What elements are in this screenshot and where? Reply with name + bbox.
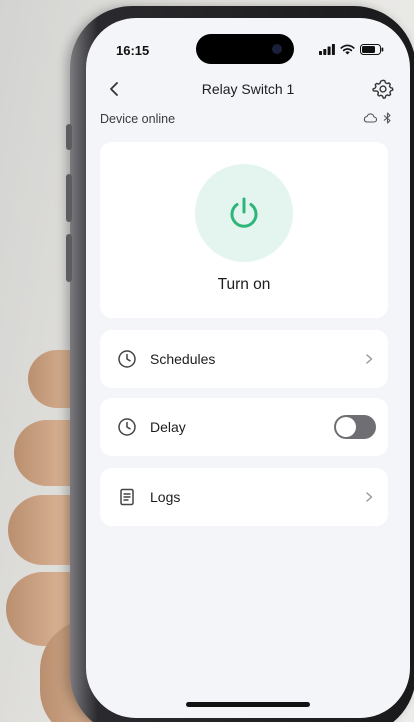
menu-item-delay: Delay [100, 398, 388, 456]
camera-icon [272, 44, 282, 54]
clock-icon [118, 350, 136, 368]
app-header: Relay Switch 1 [86, 74, 410, 104]
gear-icon[interactable] [372, 78, 394, 100]
dynamic-island [196, 34, 294, 64]
page-title: Relay Switch 1 [201, 81, 295, 97]
connection-icons [363, 112, 392, 124]
chevron-right-icon [366, 354, 373, 364]
volume-down-button [66, 234, 72, 282]
power-label: Turn on [217, 276, 271, 293]
menu-item-schedules[interactable]: Schedules [100, 330, 388, 388]
menu-item-label: Delay [150, 419, 186, 435]
chevron-right-icon [366, 492, 373, 502]
timer-icon [118, 418, 136, 436]
menu-item-logs[interactable]: Logs [100, 468, 388, 526]
power-button[interactable] [195, 164, 293, 262]
menu-item-label: Logs [150, 489, 181, 505]
home-indicator[interactable] [186, 702, 310, 707]
power-icon [230, 197, 258, 228]
back-arrow-icon[interactable] [104, 78, 126, 100]
toggle-knob [336, 417, 356, 437]
bluetooth-icon [383, 112, 391, 124]
status-icons [319, 44, 384, 55]
power-card: Turn on [100, 142, 388, 318]
cloud-icon [363, 113, 377, 123]
delay-toggle[interactable] [334, 415, 376, 439]
menu-item-label: Schedules [150, 351, 216, 367]
battery-icon [360, 44, 384, 55]
cellular-signal-icon [319, 44, 335, 55]
device-status: Device online [100, 112, 176, 126]
phone-frame: 16:15 Relay Switch 1 Device online Turn … [66, 6, 414, 722]
volume-up-button [66, 174, 72, 222]
action-button [66, 124, 72, 150]
status-time: 16:15 [116, 43, 150, 58]
app-screen: 16:15 Relay Switch 1 Device online Turn … [86, 18, 410, 718]
wifi-icon [340, 44, 355, 55]
document-icon [120, 488, 134, 506]
